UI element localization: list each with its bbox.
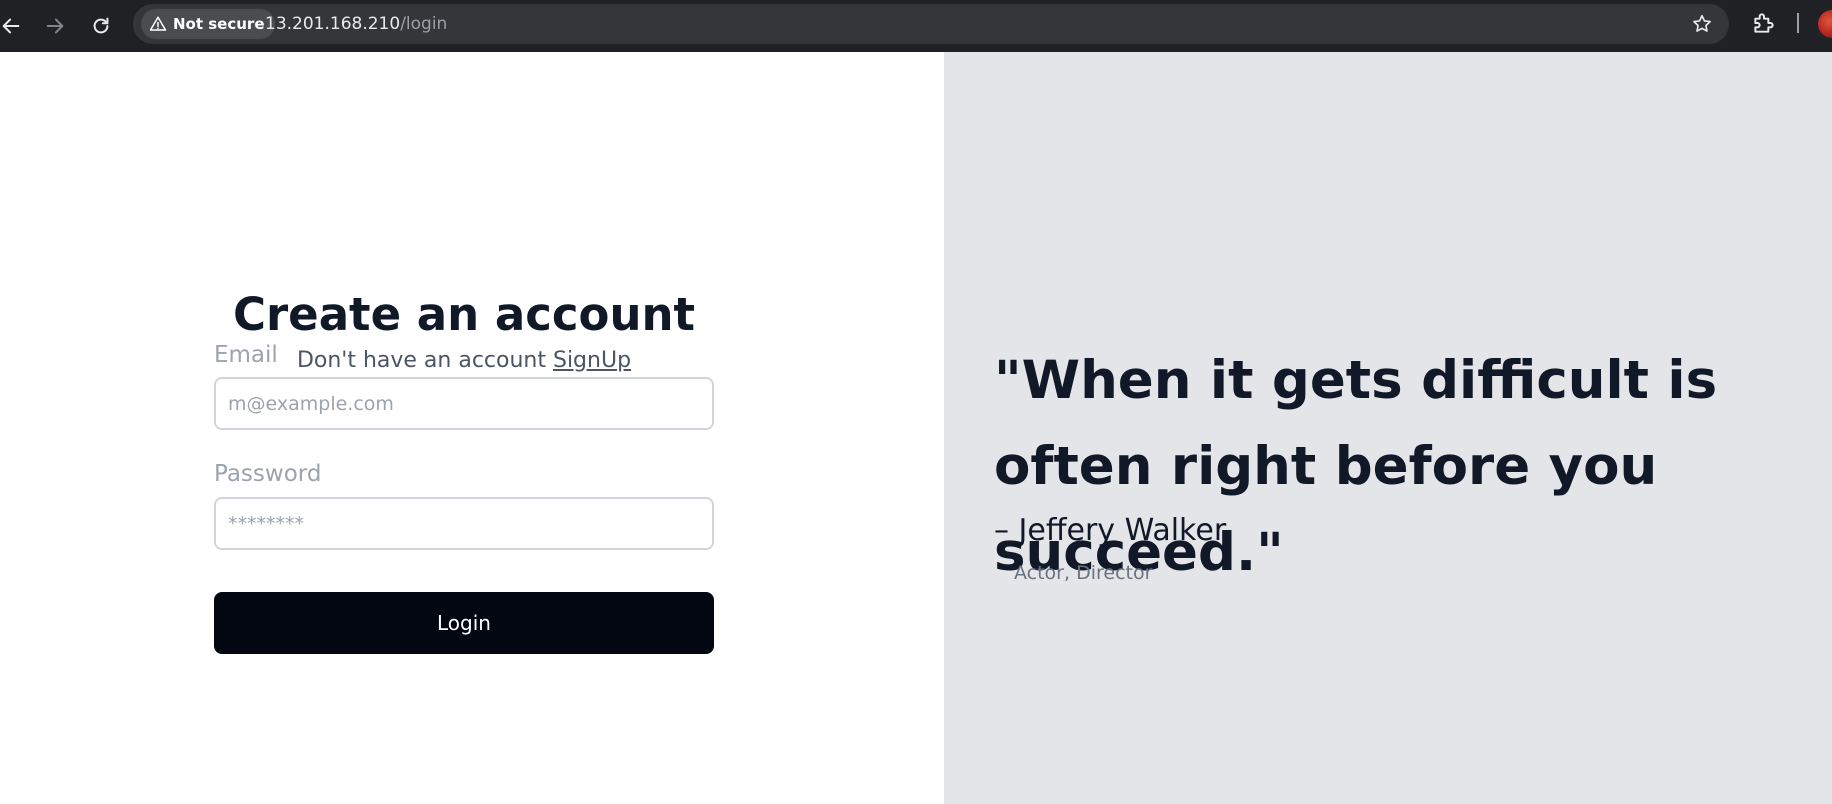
warning-triangle-icon — [149, 16, 167, 31]
form-title: Create an account — [232, 288, 696, 341]
quote-author-role: Actor, Director — [1014, 562, 1153, 584]
form-subtitle: Don't have an account SignUp — [0, 348, 928, 373]
reload-icon — [93, 17, 109, 34]
browser-toolbar: Not secure 13.201.168.210/login — [0, 0, 1832, 52]
login-button[interactable]: Login — [214, 592, 714, 654]
forward-button[interactable] — [36, 8, 74, 44]
password-field[interactable] — [214, 497, 714, 550]
puzzle-icon[interactable] — [1751, 10, 1777, 36]
arrow-right-icon — [46, 18, 64, 34]
url-host: 13.201.168.210 — [265, 14, 401, 34]
email-label: Email — [214, 342, 278, 368]
star-icon[interactable] — [1691, 13, 1713, 35]
toolbar-divider — [1797, 13, 1799, 33]
url-text[interactable]: 13.201.168.210/login — [265, 14, 447, 34]
back-button[interactable] — [0, 8, 30, 44]
quote-text: "When it gets difficult is often right b… — [994, 350, 1718, 583]
address-bar[interactable]: Not secure 13.201.168.210/login — [133, 4, 1729, 44]
url-path: /login — [400, 14, 448, 34]
signup-link[interactable]: SignUp — [553, 348, 631, 373]
subtitle-text: Don't have an account — [296, 348, 546, 373]
security-label: Not secure — [173, 15, 265, 33]
reload-button[interactable] — [82, 8, 120, 44]
security-indicator[interactable]: Not secure — [141, 9, 275, 39]
login-form-panel: Create an account Don't have an account … — [0, 52, 944, 804]
quote-author: – Jeffery Walker — [994, 513, 1227, 548]
arrow-left-icon — [2, 18, 20, 34]
password-label: Password — [214, 461, 322, 487]
avatar[interactable] — [1818, 10, 1832, 38]
email-field[interactable] — [214, 377, 714, 430]
